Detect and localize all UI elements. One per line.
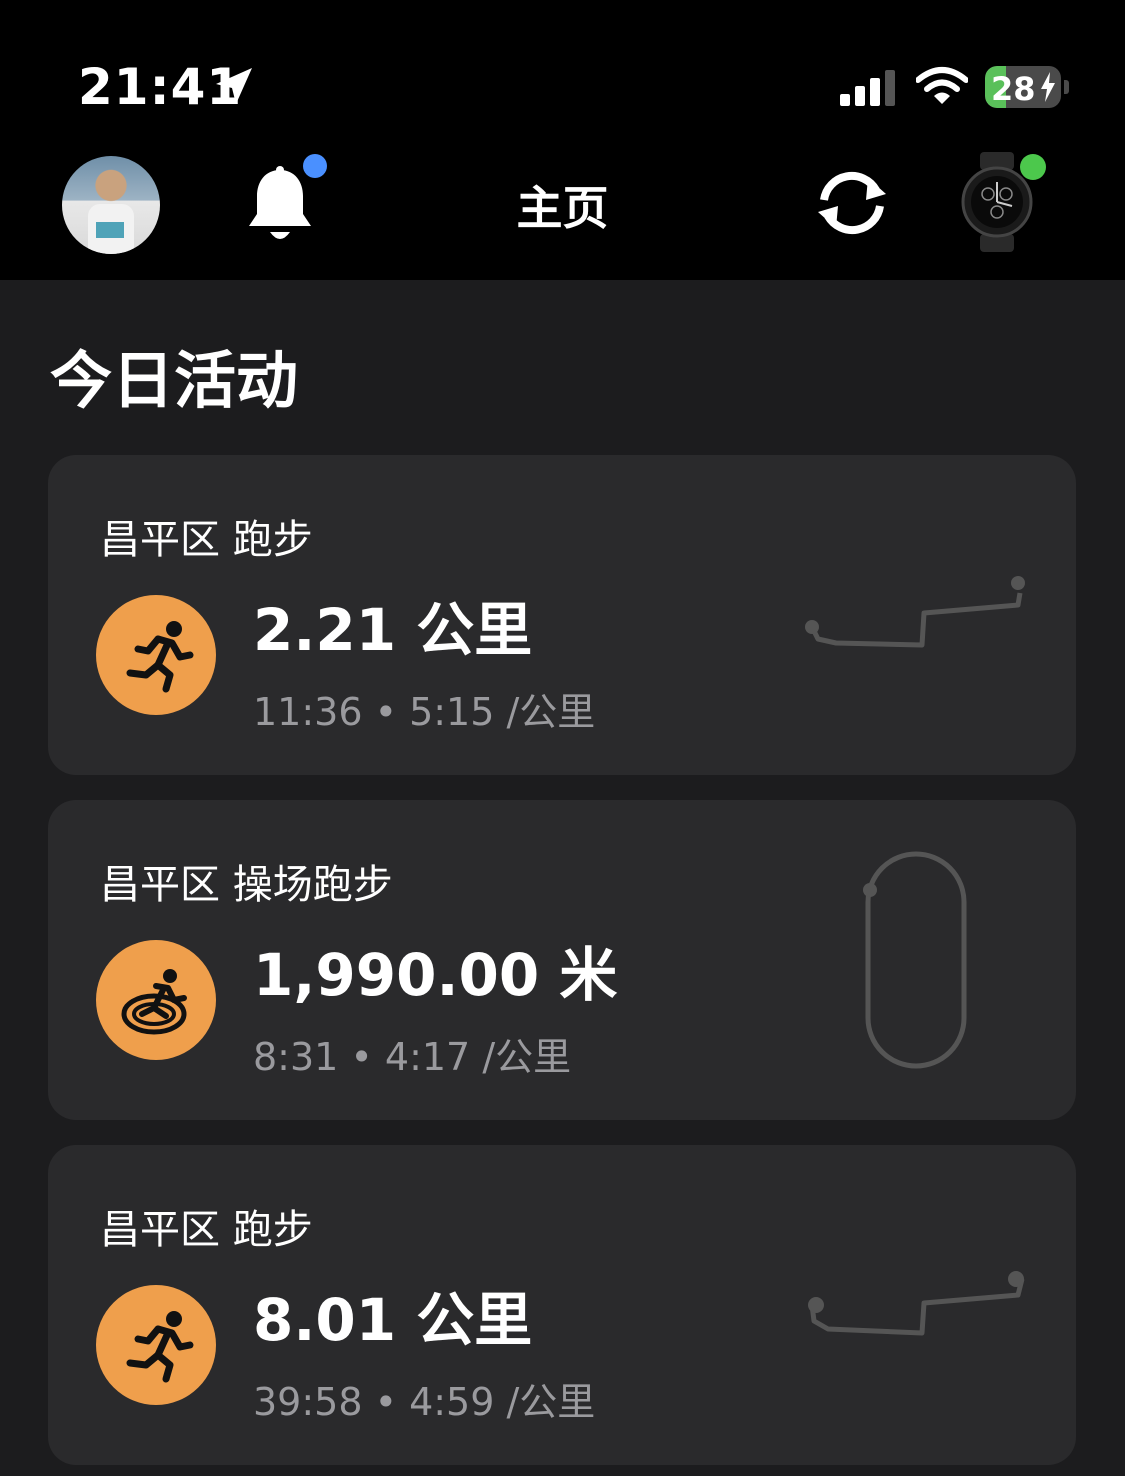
activity-card[interactable]: 昌平区 跑步 2.21 公里 11:36 • 5:15 /公里 [48, 455, 1076, 775]
activity-distance: 1,990.00 米 [253, 941, 618, 1009]
track-running-icon [96, 940, 216, 1060]
route-map-thumbnail [805, 576, 1025, 648]
wifi-icon [916, 67, 968, 104]
location-arrow-icon [216, 68, 252, 104]
activity-time-pace: 8:31 • 4:17 /公里 [253, 1035, 572, 1079]
battery-charging-icon: 28 [985, 66, 1061, 108]
activity-distance: 2.21 公里 [253, 596, 533, 664]
route-map-thumbnail [808, 1271, 1025, 1336]
status-bar: 21:41 28 [0, 0, 1125, 150]
route-map-thumbnail [863, 851, 967, 1069]
activity-card[interactable]: 昌平区 跑步 8.01 公里 39:58 • 4:59 /公里 [48, 1145, 1076, 1465]
page-title: 主页 [516, 181, 609, 235]
running-icon [96, 1285, 216, 1405]
activity-time-pace: 11:36 • 5:15 /公里 [253, 690, 596, 734]
battery-percent: 28 [991, 70, 1036, 108]
battery-nub [1064, 80, 1069, 94]
activity-time-pace: 39:58 • 4:59 /公里 [253, 1380, 596, 1424]
nav-bar: 主页 [0, 150, 1125, 280]
section-title: 今日活动 [50, 344, 299, 417]
charging-bolt-icon [1041, 72, 1055, 102]
activity-distance: 8.01 公里 [253, 1286, 533, 1354]
running-icon [96, 595, 216, 715]
activity-name: 昌平区 操场跑步 [100, 862, 393, 908]
activity-card[interactable]: 昌平区 操场跑步 1,990.00 米 8:31 • 4:17 /公里 [48, 800, 1076, 1120]
cellular-signal-icon [840, 70, 895, 106]
activity-name: 昌平区 跑步 [100, 1207, 313, 1253]
activity-name: 昌平区 跑步 [100, 517, 313, 563]
device-connected-dot [1020, 154, 1046, 180]
sync-icon[interactable] [810, 168, 894, 238]
